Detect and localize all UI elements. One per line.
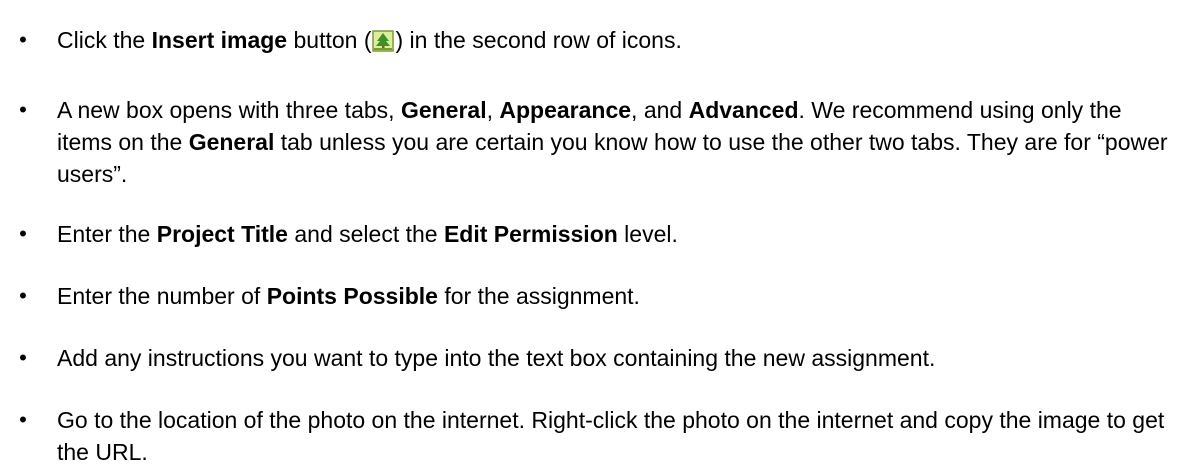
- document-page: • Click the Insert image button () in th…: [0, 0, 1186, 465]
- list-item-text: A new box opens with three tabs, General…: [57, 97, 1168, 187]
- bullet-marker: •: [19, 345, 27, 370]
- insert-image-icon: [372, 30, 395, 52]
- bold-term: Points Possible: [266, 283, 438, 309]
- bold-term: Insert image: [151, 27, 288, 53]
- bullet-marker: •: [19, 407, 27, 432]
- list-item-text: Go to the location of the photo on the i…: [57, 407, 1165, 465]
- bold-term: Appearance: [499, 97, 632, 123]
- list-item-text: Enter the Project Title and select the E…: [57, 221, 678, 247]
- bold-term: Project Title: [156, 221, 288, 247]
- bold-term: General: [188, 129, 275, 155]
- bullet-marker: •: [19, 283, 27, 308]
- list-item-text: Add any instructions you want to type in…: [57, 345, 936, 371]
- list-item-text: Click the Insert image button () in the …: [57, 27, 682, 53]
- bullet-marker: •: [19, 221, 27, 246]
- list-item-text: Enter the number of Points Possible for …: [57, 283, 640, 309]
- bullet-marker: •: [19, 97, 27, 122]
- bold-term: General: [400, 97, 487, 123]
- bold-term: Advanced: [688, 97, 799, 123]
- bold-term: Edit Permission: [443, 221, 618, 247]
- bullet-marker: •: [19, 27, 27, 52]
